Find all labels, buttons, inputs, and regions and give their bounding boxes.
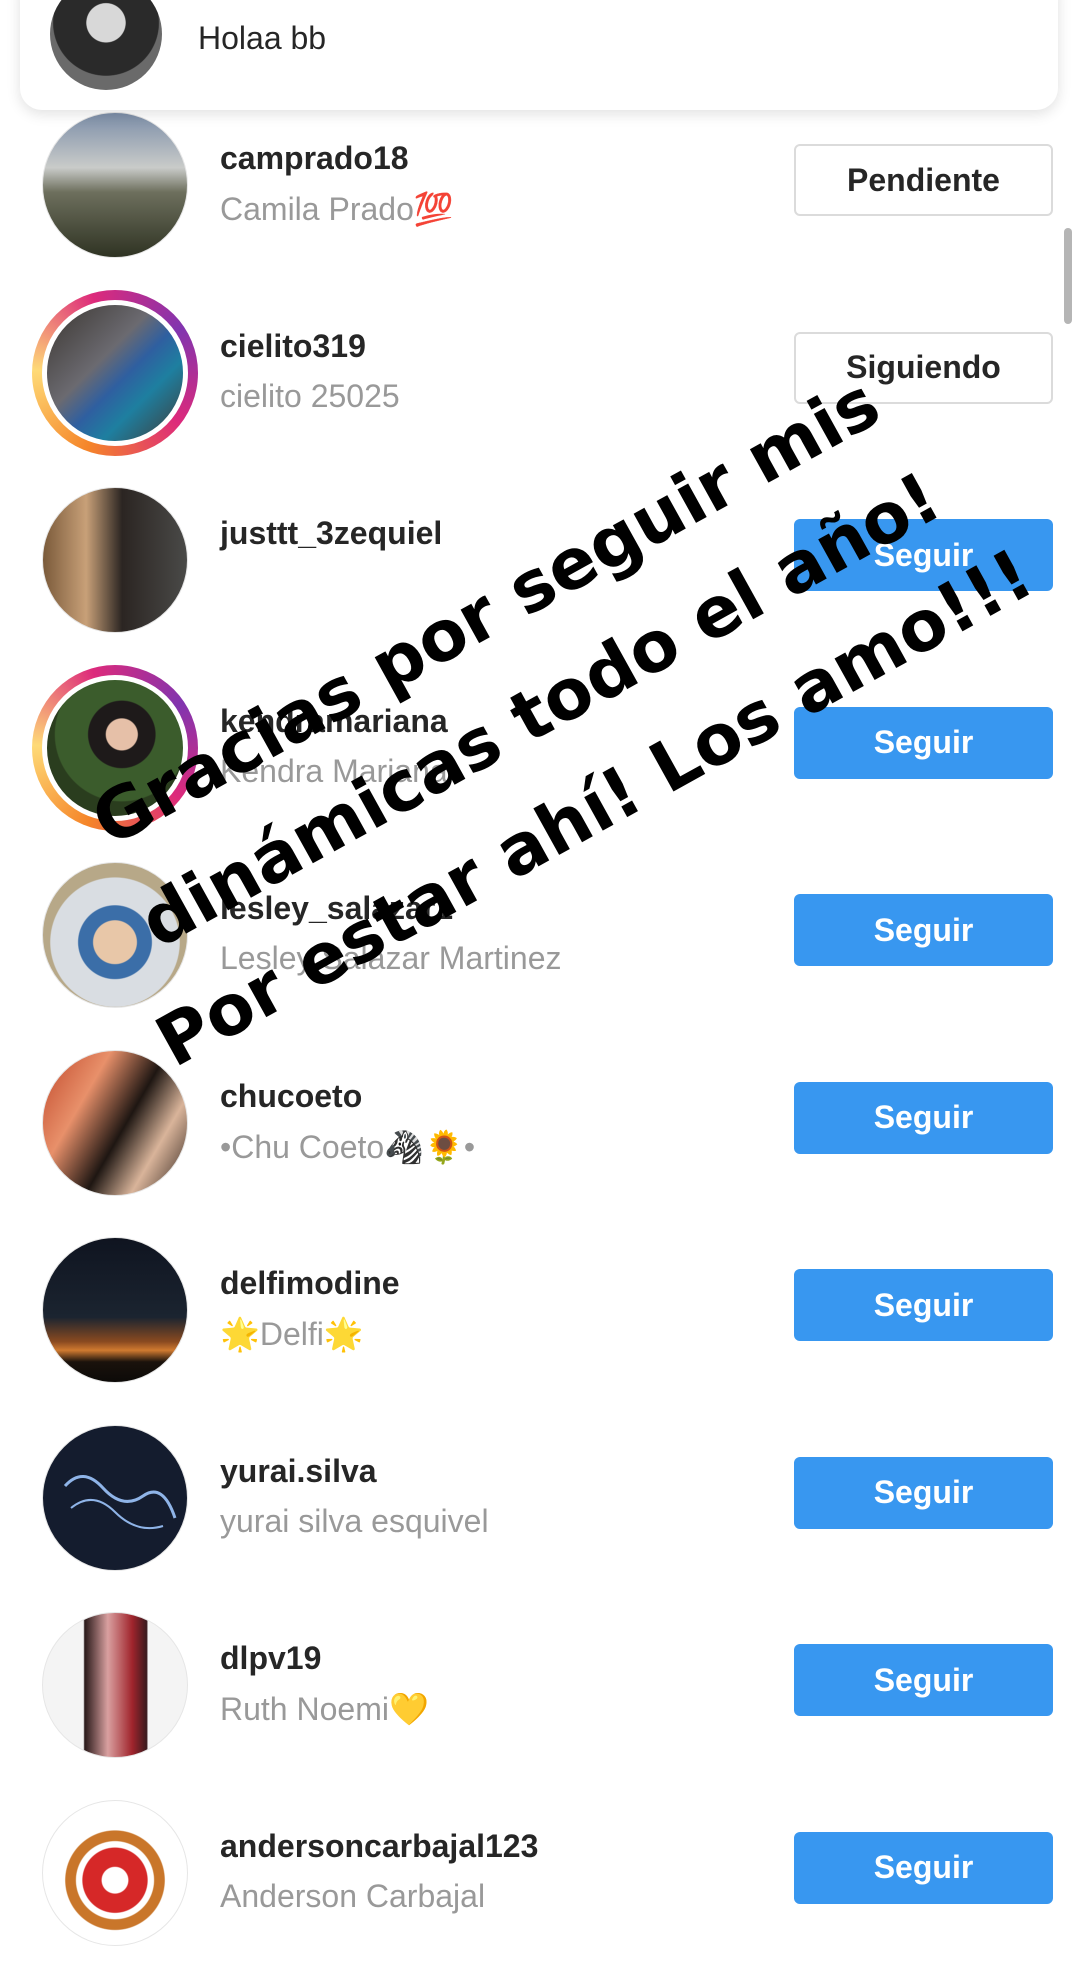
follow-button[interactable]: Seguir [794, 1269, 1053, 1341]
avatar[interactable] [42, 1050, 188, 1196]
username[interactable]: dlpv19 [220, 1640, 321, 1677]
list-item[interactable]: chucoeto •Chu Coeto🦓🌻• Seguir [0, 1050, 1080, 1238]
person-photo-icon [42, 300, 188, 446]
username[interactable]: yurai.silva [220, 1453, 377, 1490]
sunset-photo-icon [42, 1237, 188, 1383]
list-item[interactable]: delfimodine 🌟Delfi🌟 Seguir [0, 1237, 1080, 1425]
full-name: cielito 25025 [220, 378, 400, 415]
follow-button[interactable]: Seguir [794, 1082, 1053, 1154]
notification-message: Holaa bb [198, 20, 326, 57]
username[interactable]: chucoeto [220, 1078, 362, 1115]
list-item[interactable]: yurai.silva yurai silva esquivel Seguir [0, 1425, 1080, 1613]
message-notification[interactable]: Holaa bb [20, 0, 1058, 110]
full-name: 🌟Delfi🌟 [220, 1315, 364, 1353]
mountain-photo-icon [42, 112, 188, 258]
notification-avatar [50, 0, 162, 90]
follow-button[interactable]: Seguir [794, 1644, 1053, 1716]
pending-button[interactable]: Pendiente [794, 144, 1053, 216]
avatar-story-ring[interactable] [32, 290, 198, 456]
list-item[interactable]: camprado18 Camila Prado💯 Pendiente [0, 112, 1080, 300]
christmas-photo-icon [42, 1800, 188, 1946]
scrollbar[interactable] [1064, 228, 1072, 324]
full-name: Anderson Carbajal [220, 1878, 485, 1915]
avatar[interactable] [42, 1425, 188, 1571]
avatar[interactable] [42, 1237, 188, 1383]
follow-button[interactable]: Seguir [794, 1832, 1053, 1904]
queen-text-photo-icon [42, 1425, 188, 1571]
selfie-photo-icon [42, 487, 188, 633]
avatar[interactable] [42, 112, 188, 258]
username[interactable]: andersoncarbajal123 [220, 1828, 538, 1865]
username[interactable]: justtt_3zequiel [220, 515, 442, 552]
full-name: Camila Prado💯 [220, 190, 454, 228]
username[interactable]: camprado18 [220, 140, 409, 177]
username[interactable]: delfimodine [220, 1265, 400, 1302]
person-photo-icon [42, 1050, 188, 1196]
avatar[interactable] [42, 1800, 188, 1946]
list-item[interactable]: andersoncarbajal123 Anderson Carbajal Se… [0, 1800, 1080, 1987]
full-name: •Chu Coeto🦓🌻• [220, 1128, 475, 1166]
username[interactable]: cielito319 [220, 328, 366, 365]
follow-button[interactable]: Seguir [794, 1457, 1053, 1529]
person-photo-icon [42, 1612, 188, 1758]
list-item[interactable]: dlpv19 Ruth Noemi💛 Seguir [0, 1612, 1080, 1800]
full-name: yurai silva esquivel [220, 1503, 489, 1540]
avatar[interactable] [42, 487, 188, 633]
full-name: Ruth Noemi💛 [220, 1690, 429, 1728]
avatar[interactable] [42, 1612, 188, 1758]
follow-button[interactable]: Seguir [794, 894, 1053, 966]
